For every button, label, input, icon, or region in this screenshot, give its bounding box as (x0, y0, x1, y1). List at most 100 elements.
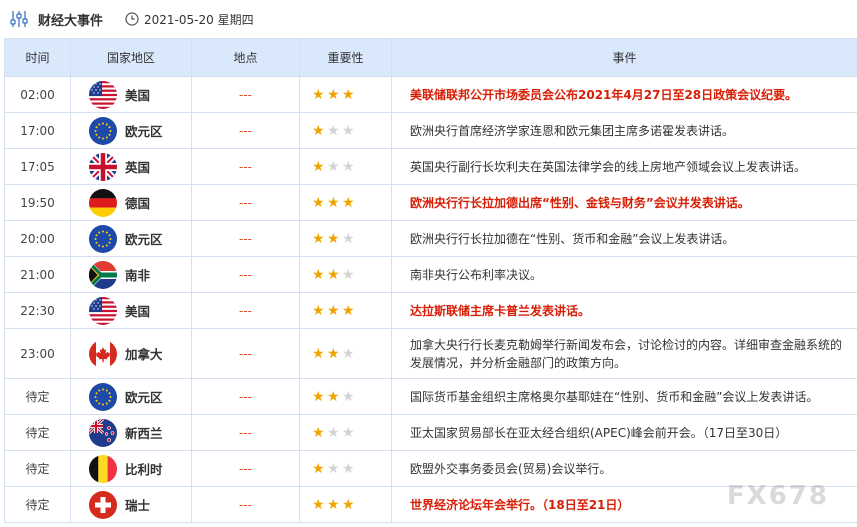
location-cell: --- (191, 414, 300, 451)
us-flag-icon (89, 296, 117, 325)
star-icon: ★ (312, 424, 325, 441)
star-icon: ★ (327, 266, 340, 283)
time-cell: 23:00 (4, 328, 71, 379)
star-icon: ★ (312, 496, 325, 513)
table-row: 17:05 英国 --- ★ ★ ★ 英国央行副行长坎利夫在英国法律学会的线上房地产领域会议… (4, 148, 857, 185)
country-name: 南非 (125, 268, 151, 283)
star-icon: ★ (342, 424, 355, 441)
location-cell: --- (191, 76, 300, 113)
table-row: 17:00 欧元区 --- ★ ★ ★ 欧洲央行首席经济学家连恩和欧元集团主席多诺霍发表讲话… (4, 112, 857, 149)
event-cell: 美联储联邦公开市场委员会公布2021年4月27日至28日政策会议纪要。 (391, 76, 857, 113)
filter-sliders-icon[interactable] (8, 8, 30, 30)
star-icon: ★ (342, 86, 355, 103)
country-name: 美国 (125, 304, 151, 319)
event-cell: 欧洲央行行长拉加德出席“性别、金钱与财务”会议并发表讲话。 (391, 184, 857, 221)
country-name: 德国 (125, 196, 151, 211)
table-row: 20:00 欧元区 --- ★ ★ ★ 欧洲央行行长拉加德在“性别、货币和金融”会议上发表讲… (4, 220, 857, 257)
star-icon: ★ (312, 388, 325, 405)
importance-stars: ★ ★ ★ (299, 328, 392, 379)
importance-stars: ★ ★ ★ (299, 76, 392, 113)
country-name: 新西兰 (125, 426, 163, 441)
star-icon: ★ (327, 158, 340, 175)
event-cell: 南非央行公布利率决议。 (391, 256, 857, 293)
eu-flag-icon (89, 382, 117, 411)
star-icon: ★ (327, 460, 340, 477)
event-cell: 欧洲央行首席经济学家连恩和欧元集团主席多诺霍发表讲话。 (391, 112, 857, 149)
importance-stars: ★ ★ ★ (299, 486, 392, 523)
country-name: 美国 (125, 88, 151, 103)
location-cell: --- (191, 292, 300, 329)
location-cell: --- (191, 328, 300, 379)
country-cell: 美国 (70, 76, 192, 113)
clock-icon (125, 12, 139, 26)
country-cell: 新西兰 (70, 414, 192, 451)
importance-stars: ★ ★ ★ (299, 148, 392, 185)
star-icon: ★ (342, 158, 355, 175)
star-icon: ★ (312, 345, 325, 362)
star-icon: ★ (327, 496, 340, 513)
table-row: 02:00 美国 --- ★ ★ ★ 美联储联邦公开市场委员会公布2021年4月27日至28… (4, 76, 857, 113)
page-header: 财经大事件 2021-05-20 星期四 (0, 0, 857, 38)
star-icon: ★ (342, 302, 355, 319)
star-icon: ★ (342, 230, 355, 247)
star-icon: ★ (312, 194, 325, 211)
table-row: 待定 新西兰 --- ★ ★ ★ 亚太国家贸易部长在亚太经合组织(APEC)峰会前开会。（1… (4, 414, 857, 451)
date-label: 2021-05-20 星期四 (144, 12, 254, 27)
star-icon: ★ (327, 86, 340, 103)
table-header-row: 时间 国家地区 地点 重要性 事件 (4, 38, 857, 77)
location-cell: --- (191, 148, 300, 185)
time-cell: 22:30 (4, 292, 71, 329)
country-cell: 英国 (70, 148, 192, 185)
star-icon: ★ (312, 86, 325, 103)
time-cell: 待定 (4, 414, 71, 451)
table-row: 待定 欧元区 --- ★ ★ ★ 国际货币基金组织主席格奥尔基耶娃在“性别、货币和金融”会议… (4, 378, 857, 415)
time-cell: 19:50 (4, 184, 71, 221)
location-cell: --- (191, 378, 300, 415)
watermark: FX678 (726, 481, 829, 511)
event-cell: 亚太国家贸易部长在亚太经合组织(APEC)峰会前开会。（17日至30日） (391, 414, 857, 451)
star-icon: ★ (327, 345, 340, 362)
location-cell: --- (191, 256, 300, 293)
country-name: 比利时 (125, 462, 163, 477)
star-icon: ★ (312, 266, 325, 283)
country-cell: 比利时 (70, 450, 192, 487)
time-cell: 17:05 (4, 148, 71, 185)
country-cell: 欧元区 (70, 112, 192, 149)
star-icon: ★ (312, 230, 325, 247)
event-cell: 国际货币基金组织主席格奥尔基耶娃在“性别、货币和金融”会议上发表讲话。 (391, 378, 857, 415)
time-cell: 待定 (4, 450, 71, 487)
time-cell: 21:00 (4, 256, 71, 293)
column-header-country: 国家地区 (70, 38, 192, 77)
eu-flag-icon (89, 224, 117, 253)
importance-stars: ★ ★ ★ (299, 184, 392, 221)
country-cell: 德国 (70, 184, 192, 221)
table-row: 23:00 加拿大 --- ★ ★ ★ 加拿大央行行长麦克勒姆举行新闻发布会，讨论检讨的内容… (4, 328, 857, 379)
star-icon: ★ (342, 460, 355, 477)
ca-flag-icon (89, 339, 117, 368)
country-name: 欧元区 (125, 232, 163, 247)
importance-stars: ★ ★ ★ (299, 378, 392, 415)
column-header-location: 地点 (191, 38, 300, 77)
event-cell: 加拿大央行行长麦克勒姆举行新闻发布会，讨论检讨的内容。详细审查金融系统的发展情况… (391, 328, 857, 379)
country-cell: 南非 (70, 256, 192, 293)
star-icon: ★ (327, 194, 340, 211)
country-name: 加拿大 (125, 347, 163, 362)
country-name: 英国 (125, 160, 151, 175)
country-cell: 瑞士 (70, 486, 192, 523)
country-cell: 加拿大 (70, 328, 192, 379)
star-icon: ★ (342, 496, 355, 513)
us-flag-icon (89, 80, 117, 109)
location-cell: --- (191, 450, 300, 487)
de-flag-icon (89, 188, 117, 217)
country-cell: 美国 (70, 292, 192, 329)
star-icon: ★ (342, 122, 355, 139)
event-cell: 达拉斯联储主席卡普兰发表讲话。 (391, 292, 857, 329)
star-icon: ★ (342, 194, 355, 211)
importance-stars: ★ ★ ★ (299, 292, 392, 329)
importance-stars: ★ ★ ★ (299, 414, 392, 451)
za-flag-icon (89, 260, 117, 289)
importance-stars: ★ ★ ★ (299, 112, 392, 149)
star-icon: ★ (312, 122, 325, 139)
star-icon: ★ (327, 424, 340, 441)
event-cell: 英国央行副行长坎利夫在英国法律学会的线上房地产领域会议上发表讲话。 (391, 148, 857, 185)
